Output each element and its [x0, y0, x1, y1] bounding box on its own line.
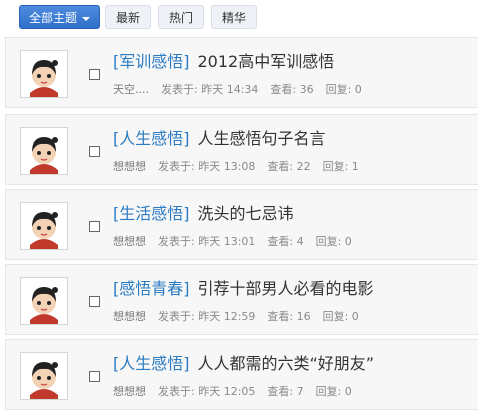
thread-views: 查看: 16 — [267, 310, 311, 323]
thread-subject[interactable]: 洗头的七忌讳 — [198, 204, 294, 223]
thread-checkbox[interactable] — [89, 221, 100, 232]
thread-author[interactable]: 想想想 — [113, 310, 146, 323]
thread-category[interactable]: [生活感悟] — [113, 204, 190, 223]
essence-tab[interactable]: 精华 — [211, 5, 257, 29]
thread-author[interactable]: 想想想 — [113, 160, 146, 173]
avatar[interactable] — [20, 127, 68, 175]
hot-tab[interactable]: 热门 — [158, 5, 204, 29]
thread-author[interactable]: 天空.... — [113, 83, 149, 96]
avatar-image — [21, 128, 67, 174]
thread-posted: 发表于: 昨天 12:59 — [158, 310, 256, 323]
avatar-image — [21, 353, 67, 399]
thread-replies: 回复: 0 — [325, 83, 362, 96]
thread-author[interactable]: 想想想 — [113, 385, 146, 398]
latest-label: 最新 — [115, 11, 140, 25]
thread-replies: 回复: 1 — [322, 160, 359, 173]
essence-label: 精华 — [221, 11, 246, 25]
thread-checkbox[interactable] — [89, 296, 100, 307]
thread-subject[interactable]: 2012高中军训感悟 — [198, 52, 335, 71]
thread-filter-bar: 全部主题 最新 热门 精华 — [0, 0, 478, 36]
thread-category[interactable]: [人生感悟] — [113, 354, 190, 373]
thread-checkbox[interactable] — [89, 146, 100, 157]
hot-label: 热门 — [168, 11, 193, 25]
thread-row: [军训感悟] 2012高中军训感悟 天空.... 发表于: 昨天 14:34 查看: … — [5, 37, 478, 108]
avatar[interactable] — [20, 202, 68, 250]
thread-row: [人生感悟] 人生感悟句子名言 想想想 发表于: 昨天 13:08 查看: 22 回复:… — [5, 114, 478, 185]
thread-title[interactable]: [人生感悟] 人人都需的六类“好朋友” — [113, 354, 374, 374]
avatar[interactable] — [20, 50, 68, 98]
thread-meta: 天空.... 发表于: 昨天 14:34 查看: 36 回复: 0 — [113, 83, 374, 97]
thread-category[interactable]: [感悟青春] — [113, 279, 190, 298]
thread-meta: 想想想 发表于: 昨天 12:05 查看: 7 回复: 0 — [113, 385, 364, 399]
thread-list: [军训感悟] 2012高中军训感悟 天空.... 发表于: 昨天 14:34 查看: … — [5, 37, 478, 419]
thread-posted: 发表于: 昨天 13:08 — [158, 160, 256, 173]
thread-posted: 发表于: 昨天 13:01 — [158, 235, 256, 248]
thread-checkbox[interactable] — [89, 69, 100, 80]
thread-subject[interactable]: 人人都需的六类“好朋友” — [198, 354, 375, 373]
thread-title[interactable]: [军训感悟] 2012高中军训感悟 — [113, 52, 334, 72]
thread-title[interactable]: [感悟青春] 引荐十部男人必看的电影 — [113, 279, 374, 299]
chevron-down-icon — [82, 16, 90, 21]
all-topics-label: 全部主题 — [28, 11, 77, 25]
latest-tab[interactable]: 最新 — [105, 5, 151, 29]
thread-views: 查看: 36 — [270, 83, 314, 96]
thread-row: [生活感悟] 洗头的七忌讳 想想想 发表于: 昨天 13:01 查看: 4 回复: 0 — [5, 189, 478, 260]
thread-category[interactable]: [军训感悟] — [113, 52, 190, 71]
thread-posted: 发表于: 昨天 14:34 — [161, 83, 259, 96]
thread-views: 查看: 22 — [267, 160, 311, 173]
thread-meta: 想想想 发表于: 昨天 13:01 查看: 4 回复: 0 — [113, 235, 364, 249]
thread-row: [人生感悟] 人人都需的六类“好朋友” 想想想 发表于: 昨天 12:05 查看: 7… — [5, 339, 478, 410]
thread-category[interactable]: [人生感悟] — [113, 129, 190, 148]
thread-checkbox[interactable] — [89, 371, 100, 382]
all-topics-tab[interactable]: 全部主题 — [19, 5, 100, 29]
thread-meta: 想想想 发表于: 昨天 12:59 查看: 16 回复: 0 — [113, 310, 371, 324]
thread-replies: 回复: 0 — [315, 235, 352, 248]
thread-author[interactable]: 想想想 — [113, 235, 146, 248]
thread-replies: 回复: 0 — [315, 385, 352, 398]
thread-title[interactable]: [人生感悟] 人生感悟句子名言 — [113, 129, 326, 149]
avatar[interactable] — [20, 352, 68, 400]
thread-views: 查看: 4 — [267, 235, 304, 248]
avatar-image — [21, 51, 67, 97]
avatar-image — [21, 278, 67, 324]
thread-views: 查看: 7 — [267, 385, 304, 398]
thread-subject[interactable]: 人生感悟句子名言 — [198, 129, 326, 148]
avatar-image — [21, 203, 67, 249]
avatar[interactable] — [20, 277, 68, 325]
thread-meta: 想想想 发表于: 昨天 13:08 查看: 22 回复: 1 — [113, 160, 371, 174]
thread-row: [感悟青春] 引荐十部男人必看的电影 想想想 发表于: 昨天 12:59 查看: 16… — [5, 264, 478, 335]
thread-replies: 回复: 0 — [322, 310, 359, 323]
thread-posted: 发表于: 昨天 12:05 — [158, 385, 256, 398]
thread-title[interactable]: [生活感悟] 洗头的七忌讳 — [113, 204, 294, 224]
thread-subject[interactable]: 引荐十部男人必看的电影 — [198, 279, 374, 298]
